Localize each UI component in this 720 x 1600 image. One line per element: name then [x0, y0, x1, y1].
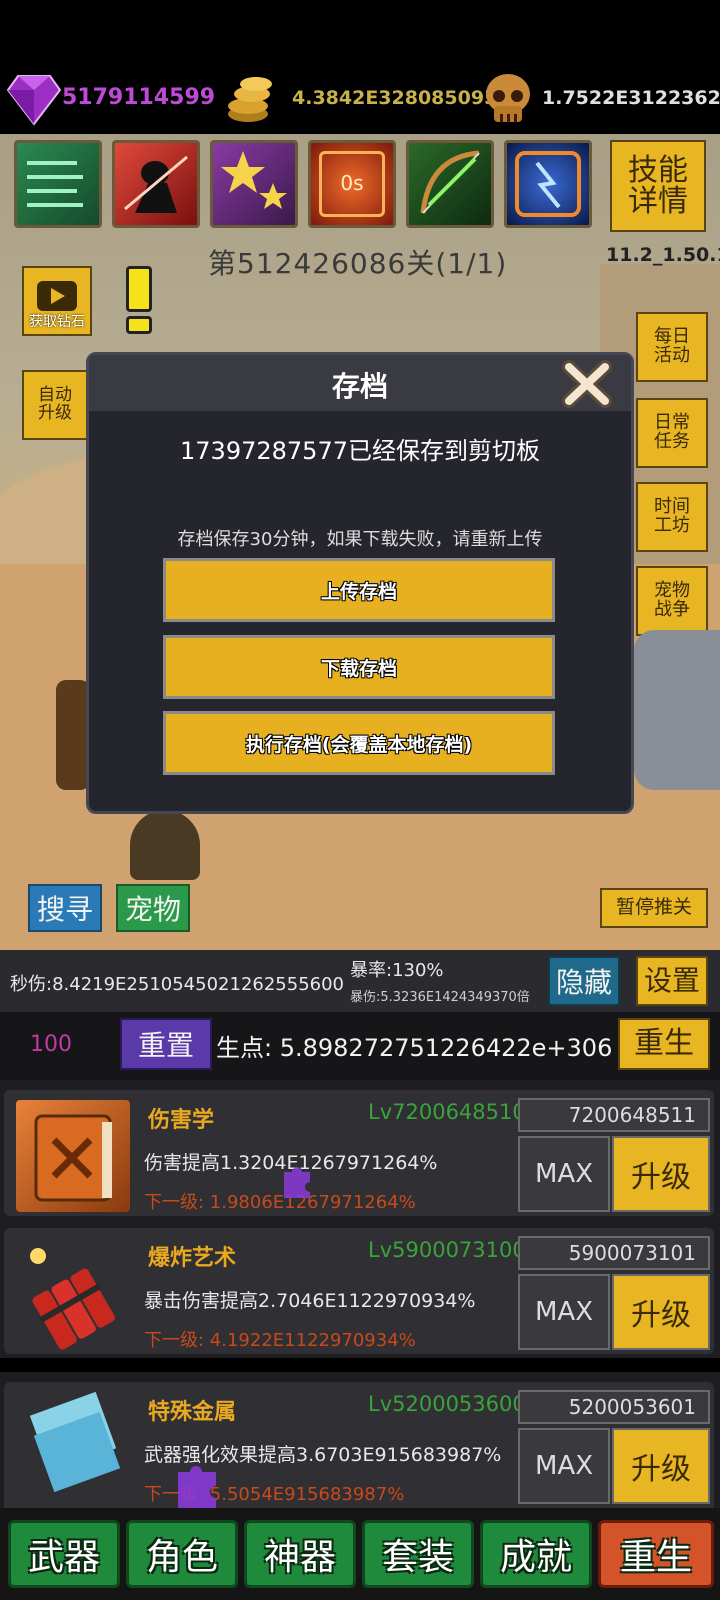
upgrade-card-damage: 伤害学 Lv7200648510 伤害提高1.3204E1267971264% … — [0, 1080, 720, 1220]
get-diamonds-button[interactable]: 获取钻石 — [22, 266, 92, 336]
reset-button[interactable]: 重置 — [120, 1018, 212, 1070]
damage-book-icon — [16, 1100, 130, 1212]
auto-upgrade-button[interactable]: 自动升级 — [22, 370, 88, 440]
saved-to-clipboard-message: 17397287577已经保存到剪切板 — [180, 437, 540, 465]
save-dialog: 存档 17397287577已经保存到剪切板 存档保存30分钟，如果下载失败，请… — [86, 352, 634, 814]
gold-count: 4.3842E328085095 — [292, 87, 498, 109]
gold-coins-icon — [228, 77, 272, 122]
tab-weapons[interactable]: 武器 — [8, 1520, 120, 1588]
tab-character[interactable]: 角色 — [126, 1520, 238, 1588]
upgrade-card-explosion: 爆炸艺术 Lv5900073100 暴击伤害提高2.7046E112297093… — [0, 1218, 720, 1358]
skill-slot-bow[interactable] — [406, 140, 494, 228]
skull-icon — [486, 74, 530, 122]
upgrade-target-level: 7200648511 — [518, 1098, 710, 1132]
daily-tasks-button[interactable]: 日常任务 — [636, 398, 708, 468]
bow-icon — [420, 150, 480, 214]
dynamite-icon — [16, 1238, 130, 1350]
skill-slot-lightning[interactable] — [504, 140, 592, 228]
gem-count: 5179114599 — [62, 85, 216, 110]
version-label: 11.2_1.50.1 — [606, 244, 720, 266]
upgrade-title: 伤害学 — [148, 1108, 215, 1133]
upgrade-level: Lv7200648510 — [368, 1100, 526, 1124]
save-hint: 存档保存30分钟，如果下载失败，请重新上传 — [177, 529, 543, 550]
shadow-strike-icon — [124, 155, 188, 213]
max-button[interactable]: MAX — [518, 1428, 610, 1504]
pet-war-button[interactable]: 宠物战争 — [636, 566, 708, 636]
skill-slot-shadow-strike[interactable] — [112, 140, 200, 228]
download-save-button[interactable]: 下载存档 — [163, 635, 555, 699]
skull-count: 1.7522E312236218 — [542, 87, 720, 109]
skill-slot-fire[interactable]: 0s — [308, 140, 396, 228]
execute-save-button[interactable]: 执行存档(会覆盖本地存档) — [163, 711, 555, 775]
max-button[interactable]: MAX — [518, 1274, 610, 1350]
rebirth-points: 生点: 5.898272751226422e+306 — [216, 1034, 613, 1062]
tab-artifacts[interactable]: 神器 — [244, 1520, 356, 1588]
rebirth-row: 100 重置 生点: 5.898272751226422e+306 重生 — [0, 1012, 720, 1080]
archer-companion — [130, 810, 200, 880]
daily-activity-button[interactable]: 每日活动 — [636, 312, 708, 382]
skill-details-button[interactable]: 技能详情 — [610, 140, 706, 232]
gem-icon — [6, 75, 62, 126]
skill-slot-arrow-rain[interactable] — [14, 140, 102, 228]
upgrade-title: 爆炸艺术 — [148, 1246, 237, 1271]
skill-slot-star-burst[interactable] — [210, 140, 298, 228]
tab-achievements[interactable]: 成就 — [480, 1520, 592, 1588]
pet-button[interactable]: 宠物 — [116, 884, 190, 932]
upgrade-description: 暴击伤害提高2.7046E1122970934% — [144, 1290, 476, 1312]
upgrade-target-level: 5900073101 — [518, 1236, 710, 1270]
crit-damage-label: 暴伤:5.3236E1424349370倍 — [350, 990, 530, 1005]
upgrade-level: Lv5900073100 — [368, 1238, 526, 1262]
stats-bar: 秒伤:8.4219E2510545021262555600 暴率:130% 暴伤… — [0, 950, 720, 1012]
lightning-icon — [515, 151, 581, 217]
close-button[interactable] — [559, 359, 615, 409]
skill-cooldown: 0s — [340, 171, 364, 195]
upgrade-level: Lv5200053600 — [368, 1392, 526, 1416]
tab-sets[interactable]: 套装 — [362, 1520, 474, 1588]
upgrade-button[interactable]: 升级 — [612, 1136, 710, 1212]
upgrade-next-level: 下一级: 4.1922E1122970934% — [144, 1330, 416, 1351]
save-dialog-header: 存档 — [89, 355, 631, 411]
metal-sheet-icon — [16, 1391, 130, 1504]
rebirth-count: 100 — [30, 1032, 72, 1057]
crit-rate-label: 暴率:130% — [350, 960, 444, 981]
upgrade-button[interactable]: 升级 — [612, 1428, 710, 1504]
upgrade-title: 特殊金属 — [148, 1400, 237, 1425]
settings-button[interactable]: 设置 — [636, 956, 708, 1006]
enemy-monster — [634, 630, 720, 790]
save-dialog-title: 存档 — [331, 370, 388, 403]
stage-label: 第512426086关(1/1) — [208, 247, 508, 280]
max-button[interactable]: MAX — [518, 1136, 610, 1212]
tab-rebirth[interactable]: 重生 — [598, 1520, 714, 1588]
time-workshop-button[interactable]: 时间工坊 — [636, 482, 708, 552]
rebirth-button[interactable]: 重生 — [618, 1018, 710, 1070]
dps-label: 秒伤:8.4219E2510545021262555600 — [10, 974, 345, 995]
archer-hero — [56, 680, 90, 790]
puzzle-piece-icon — [284, 1167, 310, 1198]
star-burst-icon — [221, 151, 287, 209]
alert-icon[interactable] — [122, 264, 156, 336]
upgrade-card-special-metal: 特殊金属 Lv5200053600 武器强化效果提高3.6703E9156839… — [0, 1372, 720, 1508]
upgrade-target-level: 5200053601 — [518, 1390, 710, 1424]
hide-button[interactable]: 隐藏 — [548, 956, 620, 1006]
upload-save-button[interactable]: 上传存档 — [163, 558, 555, 622]
video-icon — [37, 281, 77, 312]
close-icon — [562, 360, 612, 408]
arrow-rain-icon — [27, 161, 83, 207]
currency-bar: 5179114599 4.3842E328085095 1.7522E31223… — [0, 0, 720, 134]
upgrade-button[interactable]: 升级 — [612, 1274, 710, 1350]
search-button[interactable]: 搜寻 — [28, 884, 102, 932]
pause-progress-button[interactable]: 暂停推关 — [600, 888, 708, 928]
puzzle-piece-icon — [178, 1466, 216, 1508]
